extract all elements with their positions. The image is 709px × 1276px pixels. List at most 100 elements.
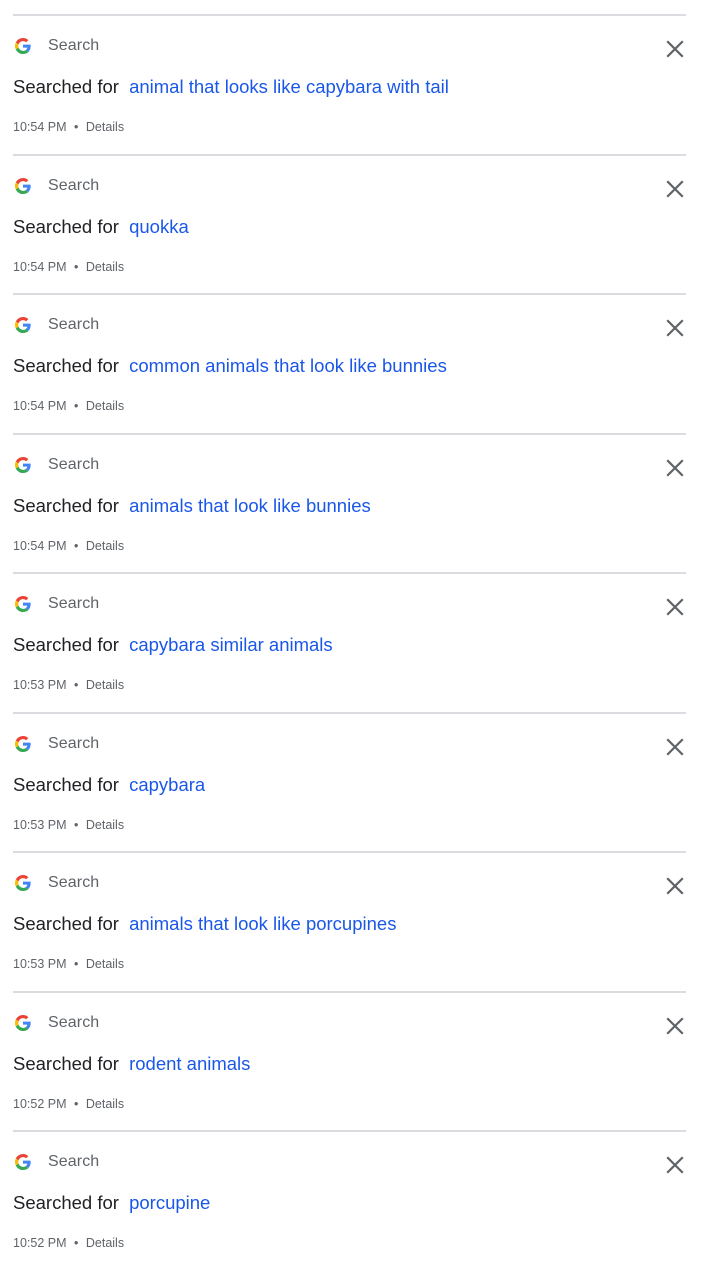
item-header: Search	[13, 176, 99, 196]
item-header: Search	[13, 315, 99, 335]
item-time: 10:54 PM	[13, 259, 67, 274]
item-header: Search	[13, 594, 99, 614]
meta-separator: •	[74, 120, 79, 134]
item-time: 10:52 PM	[13, 1236, 67, 1250]
delete-item-button[interactable]	[664, 1154, 686, 1176]
meta-separator: •	[74, 957, 79, 971]
google-g-icon	[15, 456, 31, 473]
search-prefix: Searched for	[13, 1052, 119, 1074]
details-link[interactable]: Details	[86, 399, 124, 413]
details-link[interactable]: Details	[86, 539, 124, 553]
item-header: Search	[13, 1013, 99, 1033]
google-g-icon	[15, 1014, 31, 1031]
product-name: Search	[48, 595, 100, 612]
google-g-icon	[15, 875, 31, 891]
delete-item-button[interactable]	[664, 38, 686, 60]
product-name: Search	[48, 176, 100, 194]
search-prefix: Searched for	[13, 1192, 119, 1213]
delete-item-button[interactable]	[664, 1015, 686, 1037]
search-query-link[interactable]: animals that look like porcupines	[129, 913, 396, 934]
close-icon	[666, 40, 684, 58]
close-icon	[666, 319, 684, 337]
item-meta: 10:54 PM • Details	[13, 539, 124, 553]
search-line: Searched for quokka	[13, 216, 189, 238]
search-query-link[interactable]: capybara	[129, 774, 205, 795]
details-link[interactable]: Details	[86, 957, 124, 971]
meta-separator: •	[74, 538, 79, 553]
item-meta: 10:53 PM • Details	[13, 957, 124, 971]
activity-item: Search Searched for rodent animals 10:52…	[13, 990, 686, 1131]
delete-item-button[interactable]	[664, 178, 686, 200]
search-query-link[interactable]: quokka	[129, 216, 189, 237]
item-time: 10:52 PM	[13, 1096, 67, 1111]
search-prefix: Searched for	[13, 355, 119, 376]
close-icon	[666, 179, 684, 198]
meta-separator: •	[74, 817, 79, 832]
close-icon	[666, 458, 684, 477]
details-link[interactable]: Details	[86, 1097, 124, 1111]
search-query-link[interactable]: animal that looks like capybara with tai…	[129, 76, 449, 97]
product-name: Search	[48, 1153, 100, 1170]
search-line: Searched for capybara similar animals	[13, 634, 333, 656]
google-g-icon	[15, 177, 31, 194]
item-meta: 10:53 PM • Details	[13, 678, 124, 692]
item-time: 10:53 PM	[13, 678, 67, 692]
delete-item-button[interactable]	[664, 317, 686, 339]
product-name: Search	[48, 316, 100, 333]
search-line: Searched for animals that look like porc…	[13, 913, 396, 935]
meta-separator: •	[74, 399, 79, 413]
delete-item-button[interactable]	[664, 457, 686, 479]
item-meta: 10:53 PM • Details	[13, 818, 124, 832]
details-link[interactable]: Details	[86, 260, 124, 274]
close-icon	[666, 1016, 684, 1035]
activity-item: Search Searched for animal that looks li…	[13, 14, 686, 154]
google-g-icon	[15, 317, 31, 333]
search-line: Searched for rodent animals	[13, 1053, 250, 1075]
activity-item: Search Searched for porcupine 10:52 PM •…	[13, 1130, 686, 1270]
delete-item-button[interactable]	[664, 736, 686, 758]
meta-separator: •	[74, 678, 79, 692]
details-link[interactable]: Details	[86, 818, 124, 832]
item-meta: 10:54 PM • Details	[13, 260, 124, 274]
product-name: Search	[48, 874, 100, 891]
search-query-link[interactable]: capybara similar animals	[129, 634, 333, 655]
item-time: 10:54 PM	[13, 399, 67, 413]
close-icon	[666, 1156, 684, 1174]
item-meta: 10:52 PM • Details	[13, 1097, 124, 1111]
google-g-icon	[15, 735, 31, 752]
search-query-link[interactable]: rodent animals	[129, 1053, 250, 1074]
item-header: Search	[13, 873, 99, 893]
activity-list: Search Searched for animal that looks li…	[13, 14, 686, 1270]
details-link[interactable]: Details	[86, 678, 124, 692]
search-line: Searched for porcupine	[13, 1192, 210, 1214]
search-query-link[interactable]: porcupine	[129, 1192, 210, 1213]
details-link[interactable]: Details	[86, 1236, 124, 1250]
item-time: 10:53 PM	[13, 817, 67, 832]
close-icon	[666, 877, 684, 895]
activity-item: Search Searched for capybara 10:53 PM • …	[13, 711, 686, 852]
activity-item: Search Searched for animals that look li…	[13, 432, 686, 573]
item-time: 10:54 PM	[13, 120, 67, 134]
delete-item-button[interactable]	[664, 596, 686, 618]
search-query-link[interactable]: common animals that look like bunnies	[129, 355, 447, 376]
activity-item: Search Searched for animals that look li…	[13, 851, 686, 991]
search-line: Searched for capybara	[13, 774, 205, 796]
search-prefix: Searched for	[13, 773, 119, 795]
meta-separator: •	[74, 259, 79, 274]
search-line: Searched for common animals that look li…	[13, 355, 447, 377]
details-link[interactable]: Details	[86, 120, 124, 134]
item-meta: 10:54 PM • Details	[13, 399, 124, 413]
product-name: Search	[48, 1013, 100, 1031]
delete-item-button[interactable]	[664, 875, 686, 897]
product-name: Search	[48, 455, 100, 473]
item-meta: 10:52 PM • Details	[13, 1236, 124, 1250]
close-icon	[666, 737, 684, 756]
google-g-icon	[15, 596, 31, 612]
item-header: Search	[13, 36, 99, 56]
google-g-icon	[15, 38, 31, 54]
product-name: Search	[48, 734, 100, 752]
search-line: Searched for animal that looks like capy…	[13, 76, 449, 98]
search-line: Searched for animals that look like bunn…	[13, 495, 371, 517]
google-g-icon	[15, 1154, 31, 1170]
search-query-link[interactable]: animals that look like bunnies	[129, 495, 371, 516]
